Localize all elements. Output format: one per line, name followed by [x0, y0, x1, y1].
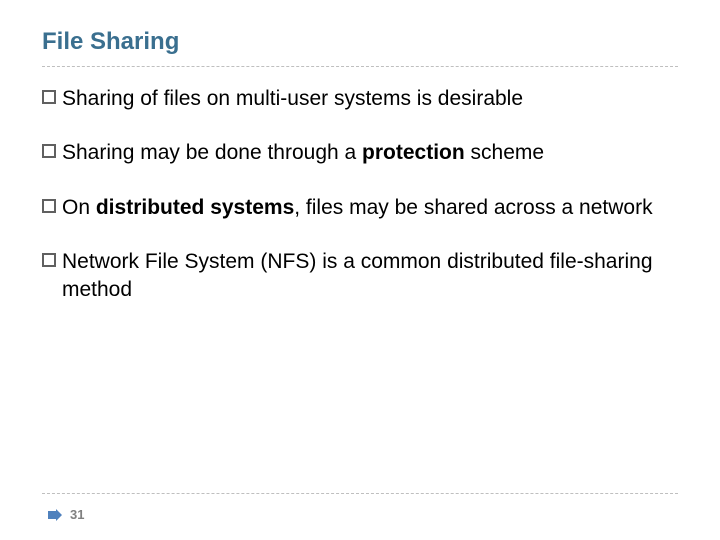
- square-bullet-icon: [42, 199, 56, 213]
- footer-divider: [42, 493, 678, 494]
- slide: File Sharing Sharing of files on multi-u…: [0, 0, 720, 540]
- bullet-list: Sharing of files on multi-user systems i…: [42, 85, 678, 305]
- square-bullet-icon: [42, 253, 56, 267]
- arrow-right-icon: [48, 509, 62, 521]
- title-divider: [42, 66, 678, 67]
- list-item: Sharing may be done through a protection…: [42, 139, 678, 167]
- list-item-text: Network File System (NFS) is a common di…: [62, 248, 678, 305]
- list-item-text: Sharing of files on multi-user systems i…: [62, 85, 678, 113]
- list-item-text: Sharing may be done through a protection…: [62, 139, 678, 167]
- page-number: 31: [70, 507, 84, 522]
- page-footer: 31: [48, 507, 84, 522]
- list-item: On distributed systems, files may be sha…: [42, 194, 678, 222]
- list-item: Network File System (NFS) is a common di…: [42, 248, 678, 305]
- list-item: Sharing of files on multi-user systems i…: [42, 85, 678, 113]
- list-item-text: On distributed systems, files may be sha…: [62, 194, 678, 222]
- square-bullet-icon: [42, 144, 56, 158]
- slide-title: File Sharing: [42, 28, 678, 56]
- square-bullet-icon: [42, 90, 56, 104]
